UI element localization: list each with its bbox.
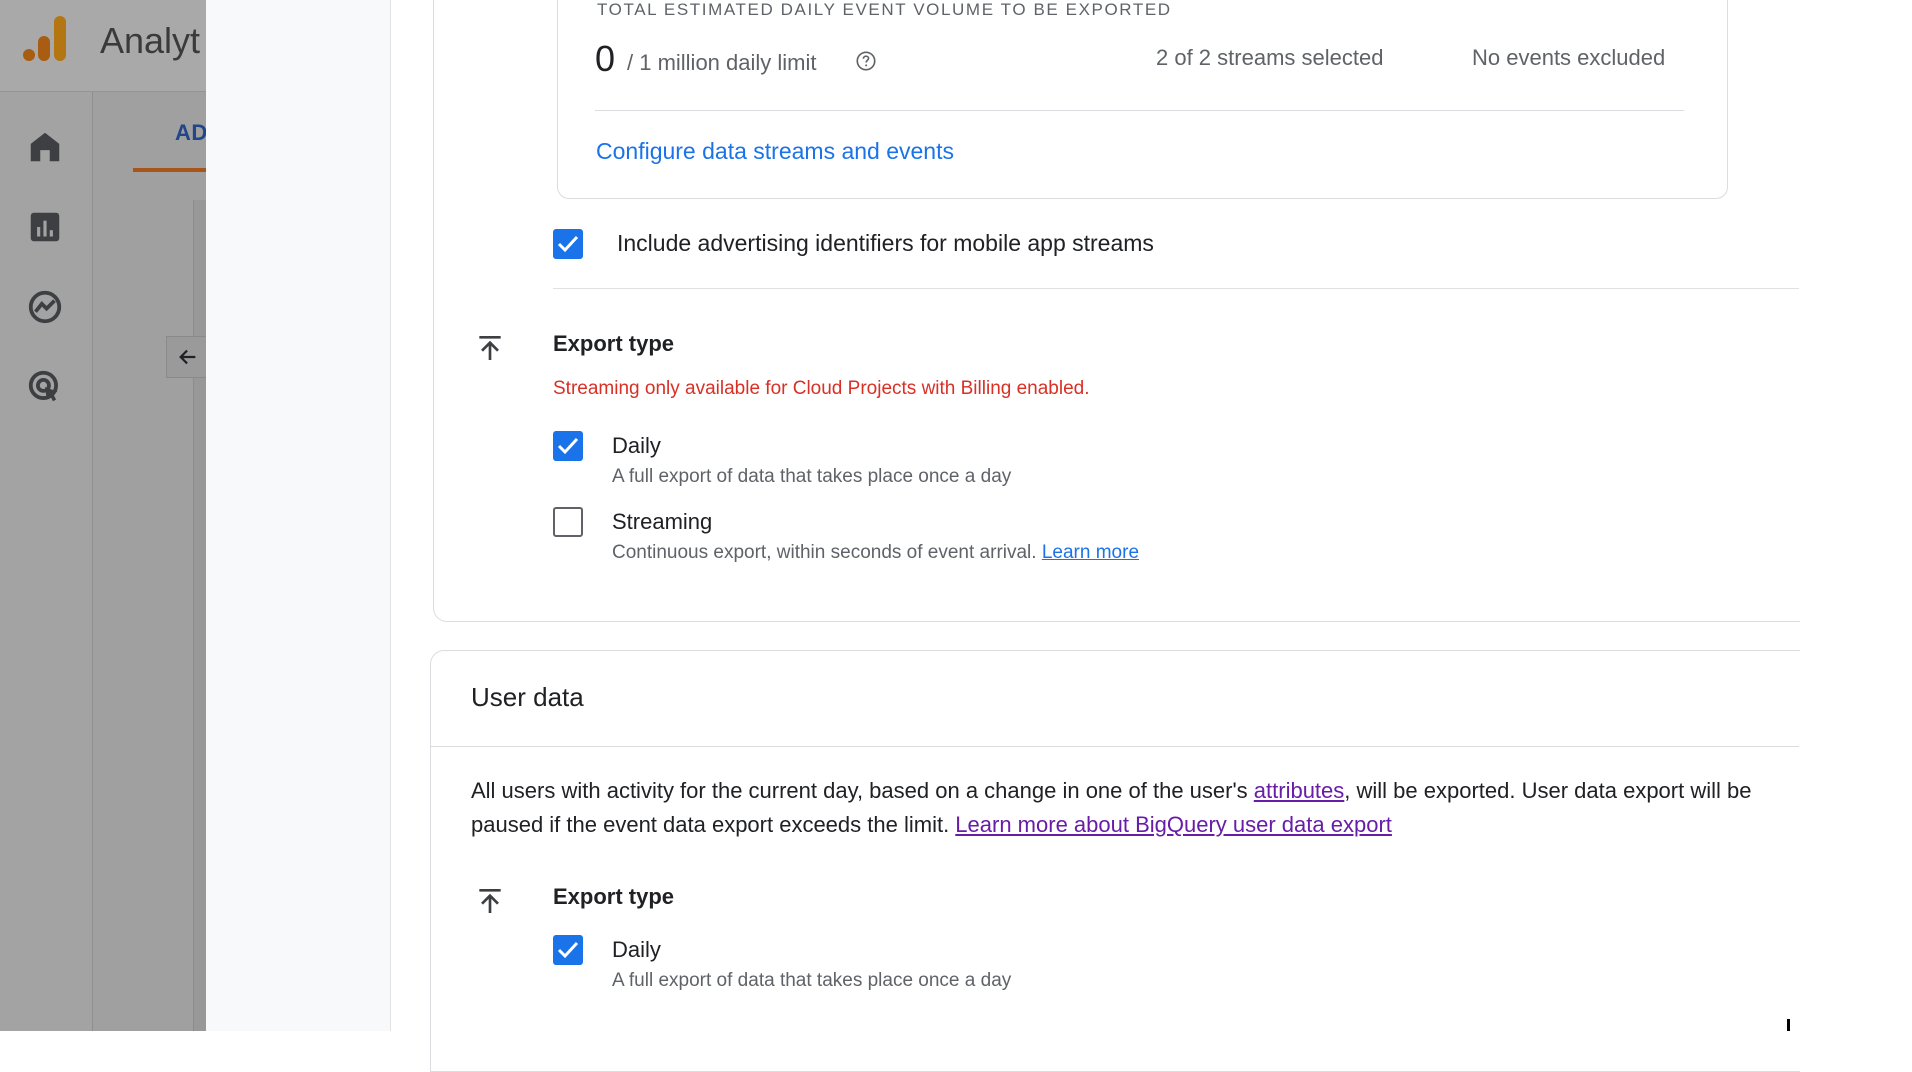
streaming-description-text: Continuous export, within seconds of eve… <box>612 542 1037 563</box>
attributes-link[interactable]: attributes <box>1254 778 1345 803</box>
user-daily-label: Daily <box>612 937 661 962</box>
arrow-back-icon <box>179 349 196 365</box>
event-daily-description: A full export of data that takes place o… <box>612 466 1012 487</box>
event-volume-heading: TOTAL ESTIMATED DAILY EVENT VOLUME TO BE… <box>597 0 1172 19</box>
app-header: Analyt <box>0 0 206 92</box>
user-data-card <box>430 650 1800 1072</box>
admin-card-edge <box>193 200 206 1031</box>
home-icon[interactable] <box>26 128 64 166</box>
panel-gutter <box>206 0 391 1031</box>
back-button[interactable] <box>166 336 207 378</box>
divider <box>553 288 1799 289</box>
checkmark-icon <box>557 941 579 959</box>
event-daily-checkbox[interactable] <box>553 431 583 461</box>
event-streaming-checkbox[interactable] <box>553 507 583 537</box>
advertising-icon[interactable] <box>26 368 64 406</box>
user-daily-description: A full export of data that takes place o… <box>612 970 1012 991</box>
event-volume-count: 0 <box>595 38 616 79</box>
divider <box>431 746 1799 747</box>
streaming-learn-more-link[interactable]: Learn more <box>1042 542 1139 563</box>
checkmark-icon <box>557 235 579 253</box>
app-background: Analyt <box>0 0 206 1031</box>
upload-icon <box>479 336 501 360</box>
ad-identifiers-checkbox[interactable] <box>553 229 583 259</box>
streaming-warning-text: Streaming only available for Cloud Proje… <box>553 378 1090 399</box>
event-daily-label: Daily <box>612 433 661 458</box>
user-data-title: User data <box>471 682 584 712</box>
configure-streams-link[interactable]: Configure data streams and events <box>596 138 954 165</box>
explore-icon[interactable] <box>26 288 64 326</box>
admin-content-area <box>93 92 206 1031</box>
user-daily-checkbox[interactable] <box>553 935 583 965</box>
app-title: Analyt <box>100 20 201 61</box>
checkmark-icon <box>557 437 579 455</box>
streams-selected-text: 2 of 2 streams selected <box>1156 45 1384 70</box>
text-cursor <box>1787 1019 1790 1031</box>
event-volume-box <box>557 0 1728 199</box>
user-export-type-label: Export type <box>553 884 675 909</box>
user-desc-text-1: All users with activity for the current … <box>471 778 1254 803</box>
tab-admin[interactable]: AD <box>175 120 208 146</box>
ad-identifiers-label: Include advertising identifiers for mobi… <box>617 230 1154 256</box>
event-streaming-label: Streaming <box>612 509 713 534</box>
user-data-learn-more-link[interactable]: Learn more about BigQuery user data expo… <box>955 812 1392 837</box>
reports-icon[interactable] <box>26 208 64 246</box>
analytics-logo-icon <box>23 16 66 61</box>
events-excluded-text: No events excluded <box>1472 45 1666 70</box>
event-export-type-label: Export type <box>553 331 675 356</box>
upload-icon <box>479 889 501 913</box>
divider <box>595 110 1684 111</box>
nav-rail <box>0 92 93 1031</box>
event-volume-limit: / 1 million daily limit <box>627 50 817 75</box>
help-icon[interactable] <box>855 50 877 72</box>
tab-admin-indicator <box>133 168 206 172</box>
user-data-description: All users with activity for the current … <box>471 774 1761 842</box>
event-streaming-description: Continuous export, within seconds of eve… <box>612 542 1139 564</box>
